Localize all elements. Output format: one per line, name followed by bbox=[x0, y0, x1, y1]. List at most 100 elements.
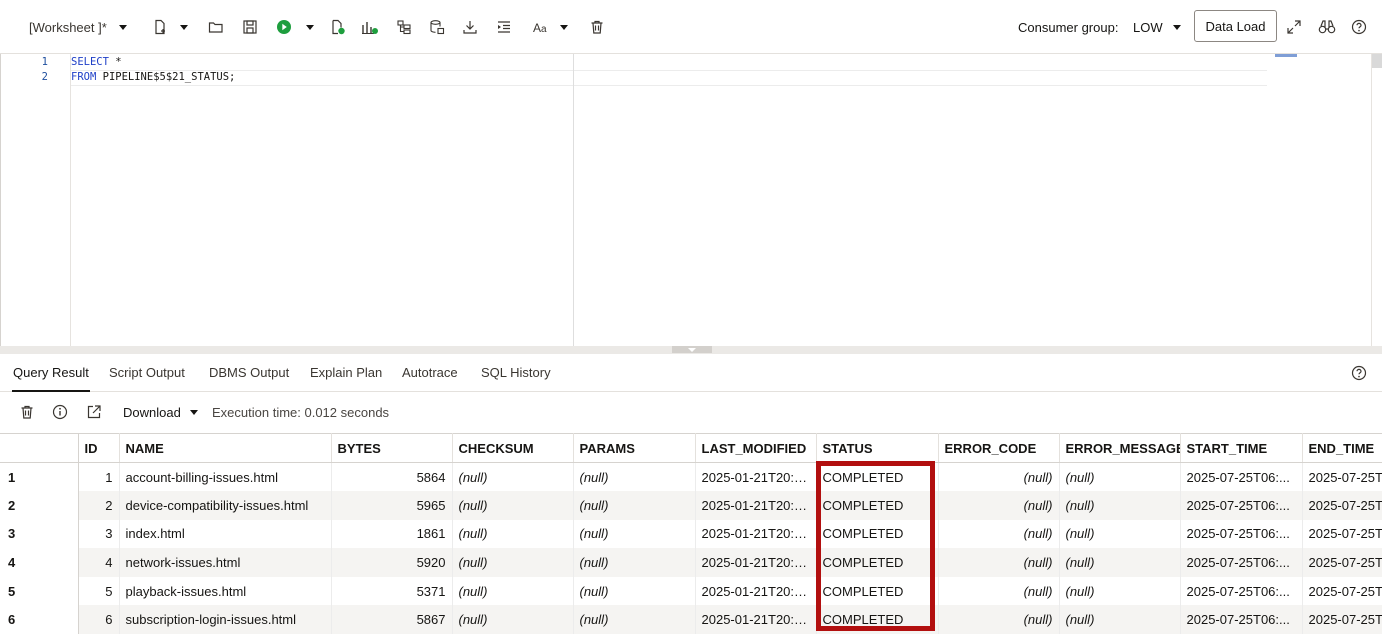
splitter-handle-icon[interactable] bbox=[672, 346, 712, 353]
consumer-group-chevron-icon[interactable] bbox=[1172, 14, 1182, 40]
download-menu-button[interactable]: Download bbox=[123, 405, 181, 420]
cell-end-time[interactable]: 2025-07-25T bbox=[1302, 462, 1382, 492]
code-line[interactable]: FROM PIPELINE$5$21_STATUS; bbox=[71, 71, 235, 83]
cell-end-time[interactable]: 2025-07-25T bbox=[1302, 491, 1382, 520]
cell-error-code[interactable]: (null) bbox=[938, 462, 1060, 492]
column-header[interactable]: START_TIME bbox=[1180, 433, 1303, 463]
cell-status[interactable]: COMPLETED bbox=[816, 605, 939, 634]
column-header[interactable]: ERROR_MESSAGE bbox=[1059, 433, 1181, 463]
cell-name[interactable]: playback-issues.html bbox=[119, 576, 332, 606]
tab-sql-history[interactable]: SQL History bbox=[481, 365, 551, 380]
consumer-group-select[interactable]: LOW bbox=[1133, 20, 1163, 35]
download-icon[interactable] bbox=[461, 14, 479, 40]
cell-name[interactable]: network-issues.html bbox=[119, 548, 332, 577]
code-minimap[interactable] bbox=[1275, 54, 1371, 346]
open-folder-icon[interactable] bbox=[207, 14, 225, 40]
cell-checksum[interactable]: (null) bbox=[452, 605, 574, 634]
column-header[interactable]: PARAMS bbox=[573, 433, 696, 463]
cell-last-modified[interactable]: 2025-01-21T20:1... bbox=[695, 548, 817, 577]
data-load-button[interactable]: Data Load bbox=[1194, 10, 1277, 42]
new-worksheet-icon[interactable] bbox=[151, 14, 169, 40]
cell-last-modified[interactable]: 2025-01-21T20:1... bbox=[695, 605, 817, 634]
save-icon[interactable] bbox=[241, 14, 259, 40]
cell-error-message[interactable]: (null) bbox=[1059, 605, 1181, 634]
cell-last-modified[interactable]: 2025-01-21T20:1... bbox=[695, 576, 817, 606]
cell-bytes[interactable]: 5867 bbox=[331, 605, 453, 634]
cell-id[interactable]: 5 bbox=[78, 576, 120, 606]
table-row[interactable]: 5 5 playback-issues.html 5371 (null) (nu… bbox=[0, 576, 1382, 606]
clear-trash-icon[interactable] bbox=[588, 14, 606, 40]
cell-last-modified[interactable]: 2025-01-21T20:1... bbox=[695, 491, 817, 520]
tab-query-result[interactable]: Query Result bbox=[12, 365, 90, 392]
cell-error-code[interactable]: (null) bbox=[938, 548, 1060, 577]
column-header[interactable]: CHECKSUM bbox=[452, 433, 574, 463]
results-help-icon[interactable] bbox=[1351, 365, 1367, 384]
cell-start-time[interactable]: 2025-07-25T06:... bbox=[1180, 605, 1303, 634]
cell-end-time[interactable]: 2025-07-25T bbox=[1302, 519, 1382, 549]
cell-error-code[interactable]: (null) bbox=[938, 519, 1060, 549]
cell-start-time[interactable]: 2025-07-25T06:... bbox=[1180, 462, 1303, 492]
text-case-icon[interactable]: Aa bbox=[531, 14, 551, 40]
cell-last-modified[interactable]: 2025-01-21T20:1... bbox=[695, 462, 817, 492]
binoculars-find-icon[interactable] bbox=[1318, 14, 1336, 40]
cell-error-code[interactable]: (null) bbox=[938, 491, 1060, 520]
new-worksheet-chevron-icon[interactable] bbox=[179, 14, 189, 40]
worksheet-selector[interactable]: [Worksheet ]* bbox=[29, 14, 107, 40]
format-code-icon[interactable] bbox=[495, 14, 513, 40]
tab-script-output[interactable]: Script Output bbox=[109, 365, 185, 380]
cell-error-message[interactable]: (null) bbox=[1059, 491, 1181, 520]
tab-dbms-output[interactable]: DBMS Output bbox=[209, 365, 289, 380]
table-row[interactable]: 2 2 device-compatibility-issues.html 596… bbox=[0, 491, 1382, 520]
info-icon[interactable] bbox=[52, 404, 68, 423]
cell-checksum[interactable]: (null) bbox=[452, 548, 574, 577]
worksheet-dropdown-chevron-icon[interactable] bbox=[118, 14, 128, 40]
table-row[interactable]: 6 6 subscription-login-issues.html 5867 … bbox=[0, 605, 1382, 634]
cell-bytes[interactable]: 5965 bbox=[331, 491, 453, 520]
autotrace-icon[interactable] bbox=[395, 14, 413, 40]
cell-status[interactable]: COMPLETED bbox=[816, 491, 939, 520]
code-line[interactable]: SELECT * bbox=[71, 56, 122, 68]
database-cache-icon[interactable] bbox=[428, 14, 446, 40]
cell-checksum[interactable]: (null) bbox=[452, 462, 574, 492]
cell-start-time[interactable]: 2025-07-25T06:... bbox=[1180, 519, 1303, 549]
run-script-icon[interactable] bbox=[329, 14, 347, 40]
cell-id[interactable]: 3 bbox=[78, 519, 120, 549]
cell-name[interactable]: account-billing-issues.html bbox=[119, 462, 332, 492]
cell-status[interactable]: COMPLETED bbox=[816, 462, 939, 492]
cell-name[interactable]: device-compatibility-issues.html bbox=[119, 491, 332, 520]
explain-plan-icon[interactable] bbox=[361, 14, 379, 40]
column-header[interactable]: BYTES bbox=[331, 433, 453, 463]
table-row[interactable]: 4 4 network-issues.html 5920 (null) (nul… bbox=[0, 548, 1382, 577]
cell-name[interactable]: subscription-login-issues.html bbox=[119, 605, 332, 634]
panel-splitter[interactable] bbox=[0, 346, 1382, 354]
cell-error-message[interactable]: (null) bbox=[1059, 519, 1181, 549]
cell-bytes[interactable]: 5371 bbox=[331, 576, 453, 606]
cell-params[interactable]: (null) bbox=[573, 462, 696, 492]
cell-params[interactable]: (null) bbox=[573, 548, 696, 577]
cell-checksum[interactable]: (null) bbox=[452, 576, 574, 606]
cell-error-message[interactable]: (null) bbox=[1059, 548, 1181, 577]
cell-end-time[interactable]: 2025-07-25T bbox=[1302, 548, 1382, 577]
tab-autotrace[interactable]: Autotrace bbox=[402, 365, 458, 380]
cell-id[interactable]: 1 bbox=[78, 462, 120, 492]
cell-start-time[interactable]: 2025-07-25T06:... bbox=[1180, 576, 1303, 606]
cell-checksum[interactable]: (null) bbox=[452, 519, 574, 549]
editor-scrollbar[interactable] bbox=[1371, 54, 1382, 346]
column-header[interactable]: NAME bbox=[119, 433, 332, 463]
cell-end-time[interactable]: 2025-07-25T bbox=[1302, 576, 1382, 606]
cell-id[interactable]: 2 bbox=[78, 491, 120, 520]
column-header[interactable]: LAST_MODIFIED bbox=[695, 433, 817, 463]
cell-last-modified[interactable]: 2025-01-21T20:1... bbox=[695, 519, 817, 549]
cell-id[interactable]: 6 bbox=[78, 605, 120, 634]
cell-bytes[interactable]: 5920 bbox=[331, 548, 453, 577]
expand-icon[interactable] bbox=[1286, 14, 1302, 40]
cell-status[interactable]: COMPLETED bbox=[816, 576, 939, 606]
cell-params[interactable]: (null) bbox=[573, 605, 696, 634]
cell-bytes[interactable]: 5864 bbox=[331, 462, 453, 492]
cell-error-message[interactable]: (null) bbox=[1059, 576, 1181, 606]
cell-params[interactable]: (null) bbox=[573, 576, 696, 606]
tab-explain-plan[interactable]: Explain Plan bbox=[310, 365, 382, 380]
cell-id[interactable]: 4 bbox=[78, 548, 120, 577]
table-row[interactable]: 3 3 index.html 1861 (null) (null) 2025-0… bbox=[0, 519, 1382, 549]
column-header[interactable]: ID bbox=[78, 433, 120, 463]
